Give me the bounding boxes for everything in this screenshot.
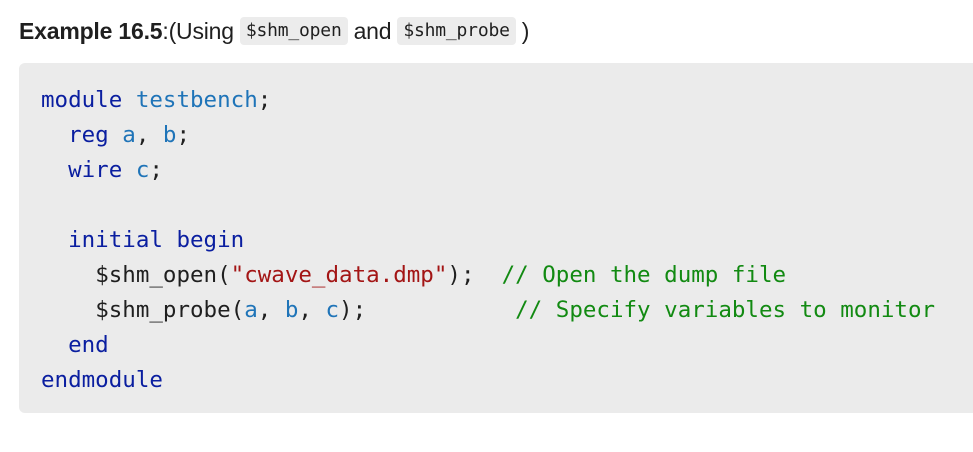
open-paren: ( (230, 297, 245, 323)
comma: , (135, 122, 163, 148)
code-line-8: end (41, 328, 935, 363)
code-line-9: endmodule (41, 363, 935, 398)
argument-c: c (325, 297, 340, 323)
comma: , (298, 297, 326, 323)
code-block: module testbench; reg a, b; wire c; init… (19, 63, 973, 413)
code-line-1: module testbench; (41, 83, 935, 118)
task-shm-probe: $shm_probe (95, 297, 231, 323)
code-line-6: $shm_open("cwave_data.dmp"); // Open the… (41, 258, 935, 293)
keyword-begin: begin (176, 227, 245, 253)
comma: , (257, 297, 285, 323)
open-paren: ( (217, 262, 231, 288)
identifier-a: a (122, 122, 136, 148)
argument-a: a (244, 297, 258, 323)
code-line-5: initial begin (41, 223, 935, 258)
example-label: Example 16.5 (19, 17, 163, 44)
comment-specify-variables: // Specify variables to monitor (515, 297, 936, 323)
heading-suffix: ) (521, 17, 530, 44)
string-literal: "cwave_data.dmp" (230, 262, 448, 288)
code-line-4-blank (41, 188, 935, 223)
heading-middle: and (353, 17, 392, 44)
keyword-endmodule: endmodule (41, 367, 163, 393)
code-listing: module testbench; reg a, b; wire c; init… (41, 83, 935, 398)
identifier-c: c (135, 157, 150, 183)
close-paren: ); (447, 262, 502, 288)
keyword-end: end (68, 332, 109, 358)
inline-code-shm-probe: $shm_probe (397, 17, 516, 45)
task-shm-open: $shm_open (95, 262, 218, 288)
keyword-reg: reg (68, 122, 109, 148)
semicolon: ; (257, 87, 272, 113)
keyword-initial: initial (68, 227, 163, 253)
heading-prefix: (Using (168, 17, 234, 44)
code-line-7: $shm_probe(a, b, c); // Specify variable… (41, 293, 935, 328)
code-line-2: reg a, b; (41, 118, 935, 153)
comment-open-dump: // Open the dump file (501, 262, 787, 288)
close-paren: ); (339, 297, 516, 323)
keyword-module: module (41, 87, 123, 113)
semicolon: ; (149, 157, 163, 183)
code-line-3: wire c; (41, 153, 935, 188)
module-name: testbench (135, 87, 258, 113)
keyword-wire: wire (68, 157, 123, 183)
inline-code-shm-open: $shm_open (239, 17, 348, 45)
semicolon: ; (176, 122, 191, 148)
argument-b: b (284, 297, 299, 323)
identifier-b: b (162, 122, 177, 148)
example-heading: Example 16.5: (Using $shm_open and $shm_pro… (19, 14, 529, 48)
